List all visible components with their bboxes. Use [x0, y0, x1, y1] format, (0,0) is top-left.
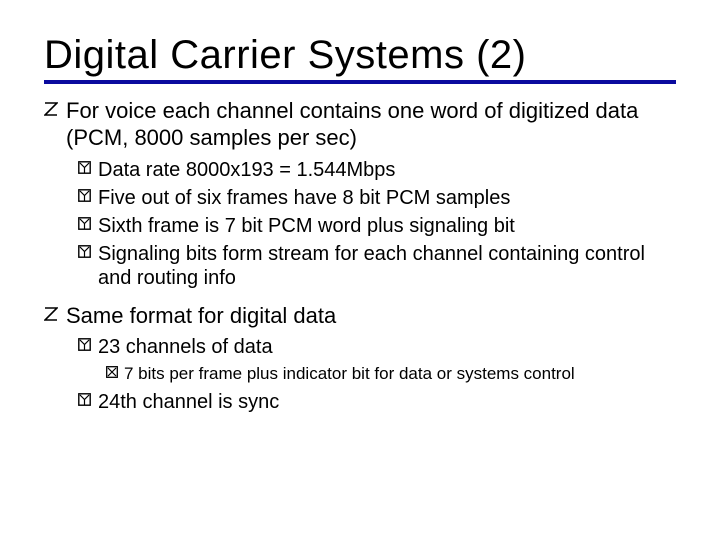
subsub-bullet-item: 7 bits per frame plus indicator bit for … — [44, 364, 676, 384]
bullet-text: Sixth frame is 7 bit PCM word plus signa… — [98, 214, 676, 238]
sub-bullet-item: 24th channel is sync — [44, 390, 676, 414]
bullet-text: Data rate 8000x193 = 1.544Mbps — [98, 158, 676, 182]
bullet-text: Five out of six frames have 8 bit PCM sa… — [98, 186, 676, 210]
z-bullet-icon — [44, 303, 66, 330]
sub-bullet-item: Data rate 8000x193 = 1.544Mbps — [44, 158, 676, 182]
y-bullet-icon — [78, 390, 98, 414]
sub-bullet-item: Five out of six frames have 8 bit PCM sa… — [44, 186, 676, 210]
y-bullet-icon — [78, 242, 98, 290]
bullet-text: 24th channel is sync — [98, 390, 676, 414]
z-bullet-icon — [44, 98, 66, 152]
bullet-text: Signaling bits form stream for each chan… — [98, 242, 676, 290]
bullet-text: 7 bits per frame plus indicator bit for … — [124, 364, 676, 384]
y-bullet-icon — [78, 158, 98, 182]
slide-content: For voice each channel contains one word… — [44, 98, 676, 414]
slide-title: Digital Carrier Systems (2) — [44, 34, 676, 76]
bullet-item: For voice each channel contains one word… — [44, 98, 676, 152]
bullet-text: Same format for digital data — [66, 303, 676, 330]
bullet-text: For voice each channel contains one word… — [66, 98, 676, 152]
y-bullet-icon — [78, 186, 98, 210]
sub-bullet-item: Signaling bits form stream for each chan… — [44, 242, 676, 290]
sub-bullet-item: Sixth frame is 7 bit PCM word plus signa… — [44, 214, 676, 238]
bullet-text: 23 channels of data — [98, 335, 676, 359]
x-bullet-icon — [106, 364, 124, 384]
title-underline — [44, 80, 676, 84]
y-bullet-icon — [78, 214, 98, 238]
bullet-item: Same format for digital data — [44, 303, 676, 330]
y-bullet-icon — [78, 335, 98, 359]
sub-bullet-item: 23 channels of data — [44, 335, 676, 359]
title-wrap: Digital Carrier Systems (2) — [44, 34, 676, 84]
slide: Digital Carrier Systems (2) For voice ea… — [0, 0, 720, 438]
